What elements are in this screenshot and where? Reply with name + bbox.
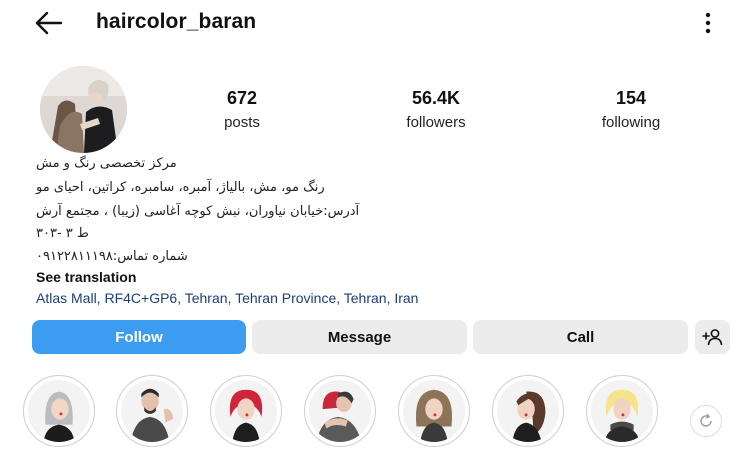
story-highlight[interactable] <box>398 375 470 447</box>
profile-username: haircolor_baran <box>96 10 257 33</box>
highlight-avatar-couple <box>121 380 183 442</box>
following-label: following <box>601 114 661 131</box>
bio-services: رنگ مو، مش، بالیاژ، آمبره، سامبره، کراتی… <box>36 180 325 195</box>
followers-stat[interactable]: 56.4K followers <box>381 88 491 131</box>
call-button-label: Call <box>566 328 595 346</box>
message-button-label: Message <box>327 328 392 346</box>
add-user-icon <box>701 329 722 346</box>
bio-title: مرکز تخصصی رنگ و مش <box>36 156 177 171</box>
bio-phone: شماره تماس:۰۹۱۲۲۸۱۱۱۹۸ <box>36 249 188 264</box>
story-highlight[interactable] <box>304 375 376 447</box>
highlight-avatar-gray-hair <box>28 380 90 442</box>
story-highlight[interactable] <box>586 375 658 447</box>
story-highlight[interactable] <box>492 375 564 447</box>
story-highlight[interactable] <box>116 375 188 447</box>
call-button[interactable]: Call <box>473 320 688 354</box>
highlights-scroll-indicator[interactable] <box>690 405 722 437</box>
arrow-left-icon <box>35 11 63 35</box>
followers-label: followers <box>406 114 466 131</box>
highlight-avatar-platinum <box>591 380 653 442</box>
followers-count: 56.4K <box>411 88 461 108</box>
more-options-button[interactable] <box>698 9 718 37</box>
back-button[interactable] <box>34 10 64 36</box>
following-count: 154 <box>615 88 647 108</box>
profile-photo <box>40 66 127 153</box>
add-user-button[interactable] <box>695 320 730 354</box>
highlight-avatar-red-hug <box>309 380 371 442</box>
story-highlight[interactable] <box>23 375 95 447</box>
refresh-icon <box>700 413 712 427</box>
location-link[interactable]: Atlas Mall, RF4C+GP6, Tehran, Tehran Pro… <box>36 290 418 306</box>
following-stat[interactable]: 154 following <box>576 88 686 131</box>
vertical-dots-icon <box>705 12 711 34</box>
highlight-avatar-brown-hair <box>497 380 559 442</box>
posts-label: posts <box>224 114 260 131</box>
bio-address: آدرس:خیابان نیاوران، نبش کوچه آغاسی (زیب… <box>36 204 360 219</box>
story-highlight[interactable] <box>210 375 282 447</box>
highlight-avatar-blonde <box>403 380 465 442</box>
follow-button[interactable]: Follow <box>32 320 246 354</box>
bio-floor: ط ۳ -۳۰۳ <box>36 226 89 241</box>
highlight-avatar-red-hair <box>215 380 277 442</box>
profile-avatar[interactable] <box>40 66 127 153</box>
message-button[interactable]: Message <box>252 320 467 354</box>
posts-count: 672 <box>226 88 258 108</box>
follow-button-label: Follow <box>115 328 163 346</box>
top-bar: haircolor_baran <box>0 0 750 46</box>
see-translation-link[interactable]: See translation <box>36 269 136 285</box>
posts-stat[interactable]: 672 posts <box>187 88 297 131</box>
